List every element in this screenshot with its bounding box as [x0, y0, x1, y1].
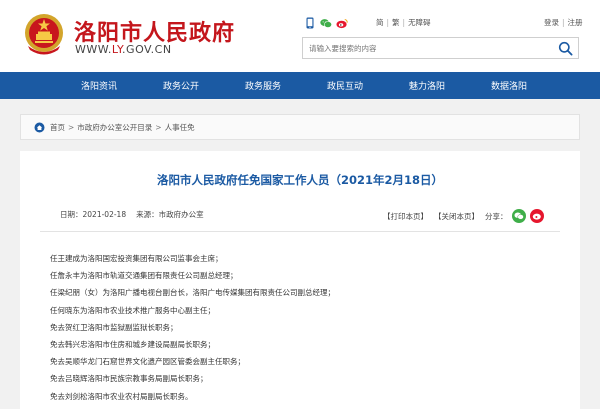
search-button[interactable]: [556, 40, 574, 57]
login-link[interactable]: 登录: [544, 18, 559, 27]
article-actions: 【打印本页】 【关闭本页】 分享：: [383, 209, 544, 223]
share-weibo-icon[interactable]: [529, 209, 544, 223]
search-box: [302, 37, 579, 59]
content-paragraph: 任梁纪朋（女）为洛阳广播电视台副台长，洛阳广电传媒集团有限责任公司副总经理；: [50, 288, 335, 298]
search-input[interactable]: [309, 42, 539, 55]
content-paragraph: 任何晓东为洛阳市农业技术推广服务中心副主任；: [50, 305, 215, 315]
account-links: 登录 | 注册: [544, 18, 583, 27]
site-header: 洛阳市人民政府 WWW.LY.GOV.CN 简 | 繁 | 无障碍 登录 | 注册: [0, 0, 600, 72]
nav-item-gov-affairs[interactable]: 政务公开: [163, 79, 199, 92]
share-label: 分享：: [485, 211, 508, 221]
breadcrumb-home[interactable]: 首页: [50, 122, 65, 133]
share-wechat-icon[interactable]: [511, 209, 526, 223]
home-icon: [34, 122, 45, 132]
nav-item-interaction[interactable]: 政民互动: [327, 79, 363, 92]
domain-ly: LY: [111, 43, 123, 56]
header-tool-icons: [304, 17, 348, 29]
article-source: 来源：市政府办公室: [136, 210, 204, 219]
print-page-link[interactable]: 【打印本页】: [383, 211, 428, 222]
site-domain: WWW.LY.GOV.CN: [75, 43, 172, 56]
article: 洛阳市人民政府任免国家工作人员（2021年2月18日） 日期：2021-02-1…: [20, 151, 580, 409]
content-paragraph: 免去韩兴忠洛阳市住房和城乡建设局副局长职务；: [50, 340, 215, 350]
content-paragraph: 免去贺红卫洛阳市监狱副监狱长职务；: [50, 322, 178, 332]
breadcrumb-directory[interactable]: 市政府办公室公开目录: [77, 122, 152, 133]
register-link[interactable]: 注册: [568, 18, 583, 27]
nav-item-data[interactable]: 数据洛阳: [491, 79, 527, 92]
language-links: 简 | 繁 | 无障碍: [376, 17, 431, 28]
nav-item-news[interactable]: 洛阳资讯: [81, 79, 117, 92]
weibo-icon[interactable]: [336, 17, 348, 29]
article-content: 任王建成为洛阳国宏投资集团有限公司监事会主席； 任詹永丰为洛阳市轨道交通集团有限…: [50, 250, 550, 405]
mobile-icon[interactable]: [304, 17, 316, 29]
traditional-link[interactable]: 繁: [392, 17, 400, 28]
breadcrumb: 首页 > 市政府办公室公开目录 > 人事任免: [20, 114, 580, 140]
article-title: 洛阳市人民政府任免国家工作人员（2021年2月18日）: [156, 173, 443, 187]
wechat-icon[interactable]: [320, 17, 332, 29]
search-icon: [558, 41, 573, 56]
article-meta: 日期：2021-02-18 来源：市政府办公室: [60, 209, 204, 220]
content-paragraph: 免去吴顺华龙门石窟世界文化遗产园区管委会副主任职务；: [50, 357, 245, 367]
nav-item-services[interactable]: 政务服务: [245, 79, 281, 92]
content-paragraph: 免去刘剑松洛阳市农业农村局副局长职务。: [50, 391, 193, 401]
national-emblem-icon: [25, 14, 63, 55]
domain-rest: .GOV.CN: [122, 43, 172, 56]
nav-item-charm[interactable]: 魅力洛阳: [409, 79, 445, 92]
article-divider: [40, 231, 560, 232]
accessibility-link[interactable]: 无障碍: [408, 17, 431, 28]
content-paragraph: 任詹永丰为洛阳市轨道交通集团有限责任公司副总经理；: [50, 271, 238, 281]
main-nav: 洛阳资讯 政务公开 政务服务 政民互动 魅力洛阳 数据洛阳: [0, 72, 600, 99]
domain-www: WWW.: [75, 43, 112, 56]
simplified-link[interactable]: 简: [376, 17, 384, 28]
article-date: 日期：2021-02-18: [60, 210, 127, 219]
breadcrumb-personnel[interactable]: 人事任免: [165, 122, 195, 133]
close-page-link[interactable]: 【关闭本页】: [434, 211, 479, 222]
content-paragraph: 免去吕晓辉洛阳市民族宗教事务局副局长职务；: [50, 374, 208, 384]
content-paragraph: 任王建成为洛阳国宏投资集团有限公司监事会主席；: [50, 254, 223, 263]
